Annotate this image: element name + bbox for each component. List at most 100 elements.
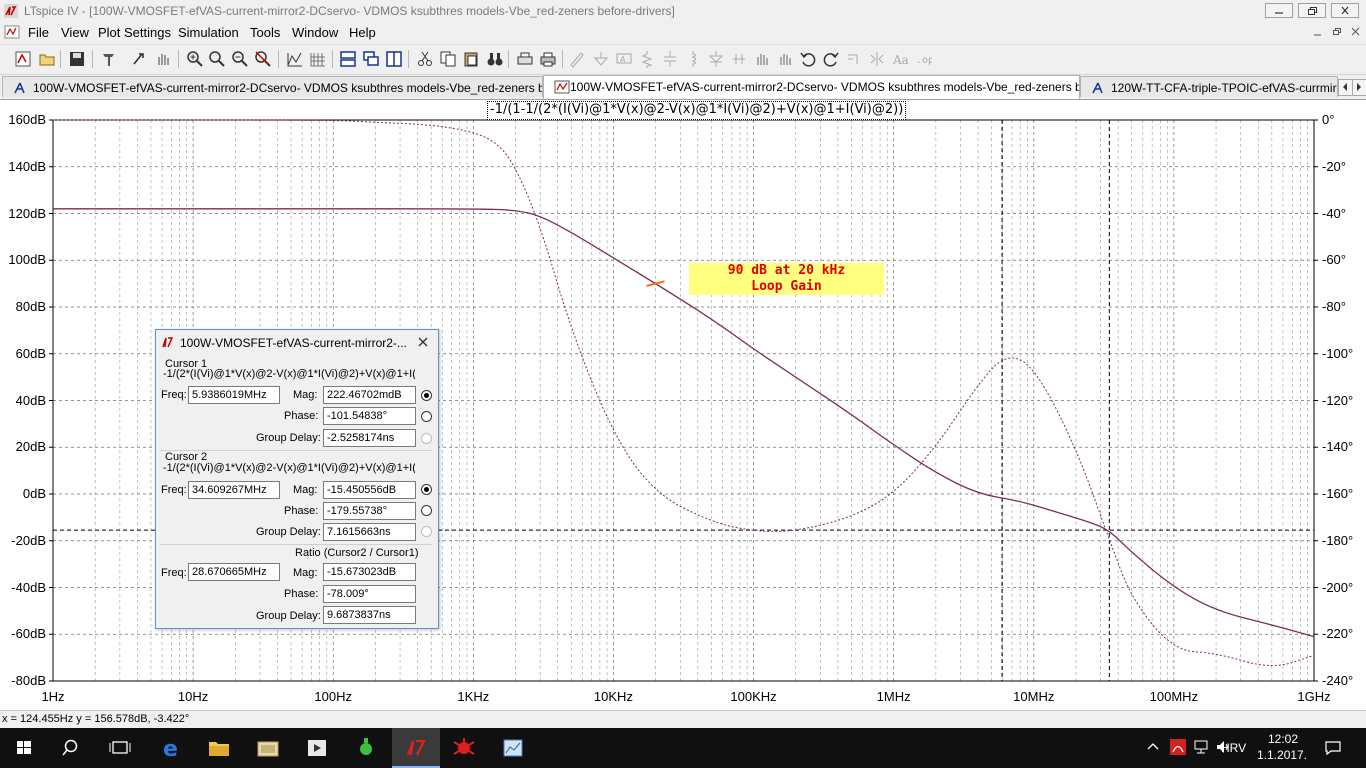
clock-time[interactable]: 12:02 bbox=[1268, 732, 1298, 746]
wire-pencil-icon[interactable] bbox=[568, 50, 586, 68]
cursor2-phase-radio[interactable] bbox=[421, 505, 432, 516]
pan-icon[interactable] bbox=[208, 50, 226, 68]
menu-view[interactable]: View bbox=[61, 25, 89, 40]
cursor-dialog[interactable]: 100W-VMOSFET-efVAS-current-mirror2-... C… bbox=[155, 329, 439, 629]
ltspice-taskbar-button[interactable] bbox=[392, 728, 440, 768]
x-axis-tick-label: 1Hz bbox=[41, 689, 65, 704]
print-setup-icon[interactable] bbox=[516, 50, 534, 68]
cursor2-mag-radio[interactable] bbox=[421, 484, 432, 495]
cursor1-phase-field[interactable]: -101.54838° bbox=[323, 407, 416, 425]
media-player-icon[interactable] bbox=[299, 734, 335, 762]
control-panel-hammer-icon[interactable] bbox=[100, 50, 118, 68]
new-schematic-icon[interactable] bbox=[14, 50, 32, 68]
mdi-restore-icon[interactable] bbox=[1330, 26, 1344, 38]
folder-app-icon[interactable] bbox=[250, 734, 286, 762]
ratio-phase-field[interactable]: -78.009° bbox=[323, 585, 416, 603]
ratio-mag-field[interactable]: -15.673023dB bbox=[323, 563, 416, 581]
menu-simulation[interactable]: Simulation bbox=[178, 25, 239, 40]
tab-scroll-right-button[interactable] bbox=[1352, 79, 1366, 96]
label-net-icon[interactable]: A bbox=[615, 50, 633, 68]
cursor1-mag-radio[interactable] bbox=[421, 390, 432, 401]
tab-schematic-1[interactable]: 100W-VMOSFET-efVAS-current-mirror2-DCser… bbox=[2, 76, 543, 97]
tab-schematic-2[interactable]: 120W-TT-CFA-triple-TPOIC-efVAS-currmirro… bbox=[1080, 76, 1338, 97]
trace-expression-label[interactable]: -1/(1-1/(2*(I(Vi)@1*V(x)@2-V(x)@1*I(Vi)@… bbox=[487, 101, 907, 120]
cursor1-group-delay-field[interactable]: -2.5258174ns bbox=[323, 429, 416, 447]
menu-file[interactable]: File bbox=[28, 25, 49, 40]
run-icon[interactable] bbox=[130, 50, 148, 68]
inductor-icon[interactable] bbox=[684, 50, 702, 68]
menu-window[interactable]: Window bbox=[292, 25, 338, 40]
zoom-out-icon[interactable] bbox=[231, 50, 249, 68]
tab-waveform[interactable]: 100W-VMOSFET-efVAS-current-mirror2-DCser… bbox=[543, 75, 1080, 99]
ratio-group-delay-field[interactable]: 9.6873837ns bbox=[323, 606, 416, 624]
task-view-icon[interactable] bbox=[102, 734, 138, 762]
mdi-minimize-icon[interactable] bbox=[1311, 26, 1325, 38]
autorange-icon[interactable] bbox=[286, 50, 304, 68]
resistor-icon[interactable] bbox=[638, 50, 656, 68]
restore-button[interactable] bbox=[1298, 3, 1326, 18]
ratio-freq-field[interactable]: 28.670665MHz bbox=[188, 563, 280, 581]
dialog-close-icon[interactable] bbox=[416, 335, 430, 349]
language-indicator[interactable]: HRV bbox=[1221, 741, 1246, 755]
green-app-icon[interactable] bbox=[348, 734, 384, 762]
windows-start-icon[interactable] bbox=[6, 734, 42, 762]
mirror-icon[interactable] bbox=[868, 50, 886, 68]
cursor2-mag-field[interactable]: -15.450556dB bbox=[323, 481, 416, 499]
capacitor-icon[interactable] bbox=[661, 50, 679, 68]
clock-date[interactable]: 1.1.2017. bbox=[1257, 748, 1307, 762]
tile-vertical-icon[interactable] bbox=[385, 50, 403, 68]
left-axis-tick-label: -80dB bbox=[11, 673, 46, 688]
tile-horizontal-icon[interactable] bbox=[339, 50, 357, 68]
redo-icon[interactable] bbox=[822, 50, 840, 68]
cursor1-group-delay-radio[interactable] bbox=[421, 433, 432, 444]
search-icon[interactable] bbox=[54, 734, 90, 762]
cascade-icon[interactable] bbox=[362, 50, 380, 68]
diode-icon[interactable] bbox=[707, 50, 725, 68]
cursor2-freq-field[interactable]: 34.609267MHz bbox=[188, 481, 280, 499]
file-explorer-icon[interactable] bbox=[201, 734, 237, 762]
find-binoculars-icon[interactable] bbox=[486, 50, 504, 68]
cursor1-phase-radio[interactable] bbox=[421, 411, 432, 422]
cursor1-freq-field[interactable]: 5.9386019MHz bbox=[188, 386, 280, 404]
zoom-in-icon[interactable] bbox=[186, 50, 204, 68]
menu-tools[interactable]: Tools bbox=[250, 25, 280, 40]
move-hand-icon[interactable] bbox=[753, 50, 771, 68]
menu-help[interactable]: Help bbox=[349, 25, 376, 40]
undo-icon[interactable] bbox=[799, 50, 817, 68]
ground-icon[interactable] bbox=[592, 50, 610, 68]
cursor2-phase-field[interactable]: -179.55738° bbox=[323, 502, 416, 520]
group-delay-label: Group Delay: bbox=[256, 432, 321, 444]
minimize-button[interactable] bbox=[1265, 3, 1293, 18]
network-icon[interactable] bbox=[1193, 739, 1209, 755]
edge-browser-icon[interactable]: e bbox=[153, 734, 189, 762]
copy-icon[interactable] bbox=[439, 50, 457, 68]
zoom-fit-icon[interactable] bbox=[254, 50, 272, 68]
drag-hand-icon[interactable] bbox=[776, 50, 794, 68]
cursor1-mag-field[interactable]: 222.46702mdB bbox=[323, 386, 416, 404]
open-folder-icon[interactable] bbox=[38, 50, 56, 68]
title-bar: LTspice IV - [100W-VMOSFET-efVAS-current… bbox=[0, 0, 1366, 23]
component-icon[interactable] bbox=[730, 50, 748, 68]
paste-icon[interactable] bbox=[462, 50, 480, 68]
cursor2-group-delay-field[interactable]: 7.1615663ns bbox=[323, 523, 416, 541]
halt-hand-icon[interactable] bbox=[154, 50, 172, 68]
tray-acrobat-icon[interactable] bbox=[1170, 739, 1186, 755]
red-bug-app-icon[interactable] bbox=[446, 734, 482, 762]
text-icon[interactable]: Aa bbox=[891, 50, 909, 68]
rotate-icon[interactable] bbox=[845, 50, 863, 68]
menu-plot-settings[interactable]: Plot Settings bbox=[98, 25, 171, 40]
grid-icon[interactable] bbox=[309, 50, 327, 68]
chart-app-icon[interactable] bbox=[495, 734, 531, 762]
spice-directive-icon[interactable]: .op bbox=[914, 50, 932, 68]
tray-chevron-up-icon[interactable] bbox=[1146, 740, 1160, 754]
cut-icon[interactable] bbox=[416, 50, 434, 68]
cursor2-group-delay-radio[interactable] bbox=[421, 526, 432, 537]
toolbar: A Aa .op bbox=[0, 44, 1366, 75]
svg-text:e: e bbox=[163, 737, 178, 762]
mdi-close-icon[interactable] bbox=[1349, 26, 1363, 38]
close-button[interactable] bbox=[1331, 3, 1359, 18]
action-center-icon[interactable] bbox=[1324, 739, 1342, 757]
print-icon[interactable] bbox=[539, 50, 557, 68]
save-icon[interactable] bbox=[68, 50, 86, 68]
tab-scroll-left-button[interactable] bbox=[1338, 79, 1353, 96]
